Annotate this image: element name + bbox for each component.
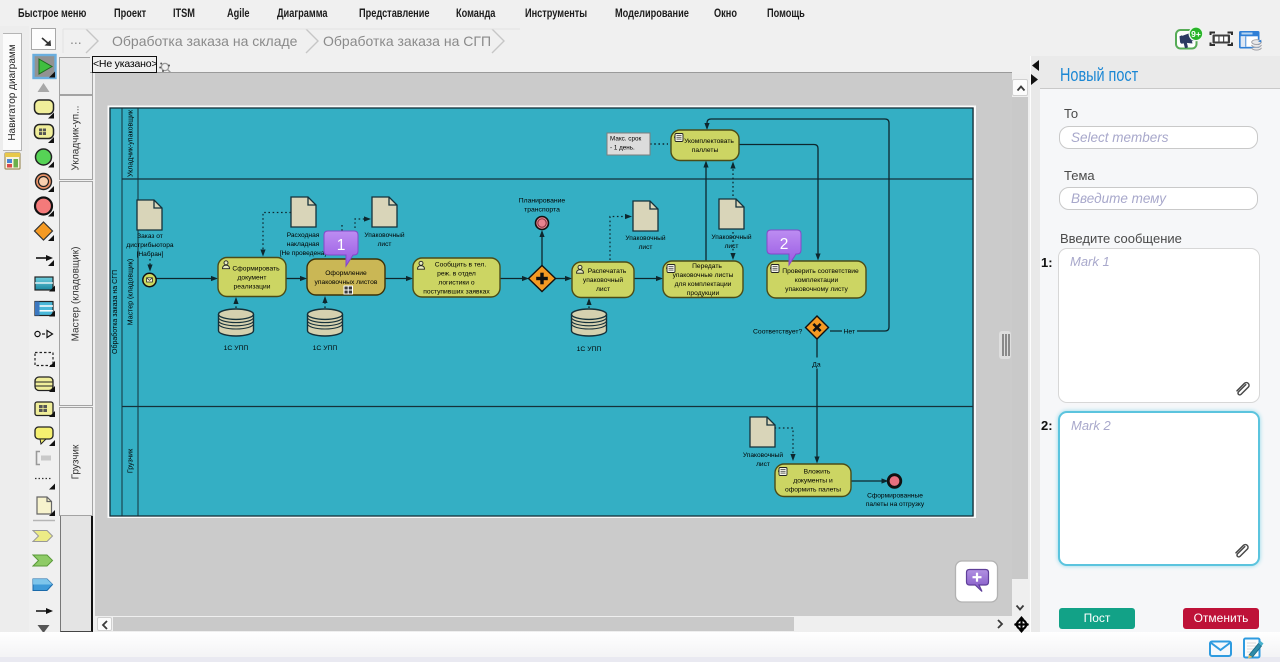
svg-text:Да: Да: [812, 362, 821, 369]
svg-text:дистрибьютора: дистрибьютора: [126, 241, 173, 249]
svg-text:1С УПП: 1С УПП: [313, 345, 338, 352]
svg-text:упаковочный: упаковочный: [583, 276, 623, 284]
svg-text:лист: лист: [596, 286, 610, 293]
svg-text:лист: лист: [378, 241, 392, 248]
svg-text:Распечатать: Распечатать: [588, 268, 627, 275]
svg-text:Упаковочный: Упаковочный: [743, 451, 784, 459]
svg-text:Передать: Передать: [692, 263, 722, 270]
svg-text:Нет: Нет: [844, 329, 856, 336]
svg-text:документ: документ: [238, 274, 267, 281]
svg-text:1С УПП: 1С УПП: [224, 345, 249, 352]
svg-text:Проверить соответствие: Проверить соответствие: [782, 268, 859, 275]
svg-text:Упаковочный: Упаковочный: [711, 233, 752, 241]
svg-text:для комплектации: для комплектации: [675, 281, 732, 288]
svg-text:- 1 день.: - 1 день.: [610, 145, 635, 152]
svg-text:комплектации: комплектации: [795, 277, 839, 284]
svg-text:1С УПП: 1С УПП: [577, 346, 602, 353]
svg-text:транспорта: транспорта: [524, 207, 560, 214]
svg-text:Упаковочный: Упаковочный: [625, 234, 666, 242]
svg-text:Грузчик: Грузчик: [128, 448, 135, 473]
svg-text:1: 1: [337, 237, 346, 254]
svg-text:Сформированные: Сформированные: [867, 493, 923, 500]
svg-text:оформить палеты: оформить палеты: [785, 487, 841, 494]
svg-text:документы и: документы и: [793, 478, 833, 485]
svg-text:[Набран]: [Набран]: [137, 250, 164, 258]
svg-text:реж. в отдел: реж. в отдел: [437, 270, 476, 277]
svg-text:Оформление: Оформление: [325, 270, 367, 277]
svg-text:продукции: продукции: [687, 290, 720, 297]
svg-text:Сформировать: Сформировать: [232, 265, 280, 272]
svg-text:упаковочному листу: упаковочному листу: [785, 286, 848, 293]
svg-text:Вложить: Вложить: [804, 469, 831, 476]
svg-text:лист: лист: [756, 461, 770, 468]
svg-text:2: 2: [780, 236, 789, 253]
svg-text:паллеты: паллеты: [692, 147, 719, 154]
svg-text:Мастер (кладовщик): Мастер (кладовщик): [128, 259, 135, 325]
svg-text:лист: лист: [725, 243, 739, 250]
svg-text:[Не проведена]: [Не проведена]: [280, 250, 327, 257]
svg-text:9+: 9+: [1191, 29, 1201, 39]
svg-text:упаковочные листы: упаковочные листы: [673, 272, 734, 279]
svg-text:Планирование: Планирование: [519, 198, 566, 205]
svg-text:Сообщить в тел.: Сообщить в тел.: [435, 260, 487, 268]
svg-text:Заказ от: Заказ от: [137, 233, 163, 240]
svg-text:Обработка заказа на СГП: Обработка заказа на СГП: [111, 270, 119, 354]
svg-text:Расходная: Расходная: [287, 232, 320, 239]
svg-text:лист: лист: [639, 244, 653, 251]
svg-text:палеты на отгрузку: палеты на отгрузку: [866, 501, 925, 508]
svg-text:Укладчик-упаковщик: Укладчик-упаковщик: [128, 109, 135, 177]
svg-text:Укомплектовать: Укомплектовать: [684, 138, 734, 145]
svg-text:реализации: реализации: [234, 283, 271, 290]
svg-text:Соответствует?: Соответствует?: [753, 329, 803, 336]
svg-text:Упаковочный: Упаковочный: [364, 231, 405, 239]
svg-text:логистики о: логистики о: [438, 279, 475, 286]
svg-text:поступивших заявках: поступивших заявках: [423, 288, 490, 295]
svg-text:упаковочных листов: упаковочных листов: [315, 279, 378, 286]
svg-text:Макс. срок: Макс. срок: [610, 136, 641, 143]
svg-text:накладная: накладная: [287, 241, 320, 248]
